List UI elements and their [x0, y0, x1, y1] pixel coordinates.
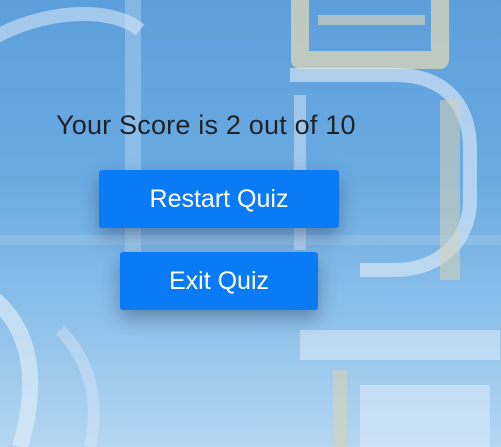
exit-quiz-button[interactable]: Exit Quiz [120, 252, 318, 310]
score-text: Your Score is 2 out of 10 [56, 110, 356, 140]
restart-quiz-button[interactable]: Restart Quiz [99, 170, 339, 228]
